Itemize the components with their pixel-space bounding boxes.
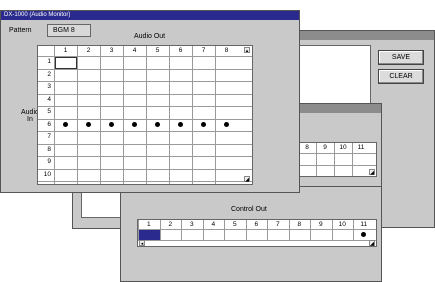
grid-line: [245, 220, 247, 240]
grid-line: [38, 143, 252, 145]
route-dot[interactable]: [109, 122, 114, 128]
selected-cell[interactable]: [55, 57, 77, 69]
grid-line: [123, 46, 124, 184]
grid-line: [316, 143, 317, 176]
control-out-label: Control Out: [231, 206, 267, 213]
audio-in-row-header: 6: [47, 120, 51, 128]
audio-in-row-header: 10: [43, 170, 51, 178]
grid-line: [138, 240, 376, 241]
control-out-column-header: 11: [360, 221, 368, 228]
column-header: 10: [339, 144, 347, 151]
grid-line: [215, 46, 216, 184]
audio-out-column-header: 2: [86, 47, 91, 54]
audio-out-label: Audio Out: [134, 33, 166, 40]
resize-grip[interactable]: ◢: [244, 176, 250, 183]
column-header: 8: [305, 144, 309, 151]
audio-in-row-header: 5: [47, 108, 51, 115]
grid-line: [224, 220, 225, 240]
save-button[interactable]: SAVE: [378, 50, 424, 65]
grid-line: [38, 156, 252, 157]
control-out-column-header: 1: [146, 221, 151, 228]
grid-line: [192, 46, 193, 184]
clear-button[interactable]: CLEAR: [378, 69, 424, 84]
audio-out-column-header: 6: [178, 47, 183, 54]
grid-line: [146, 46, 147, 184]
grid-line: [38, 131, 252, 132]
route-dot[interactable]: [86, 122, 91, 128]
grid-line: [181, 220, 182, 240]
grid-line: [267, 220, 268, 240]
audio-in-row-header: 4: [47, 95, 51, 103]
control-out-column-header: 2: [168, 221, 173, 228]
audio-out-column-header: 7: [201, 47, 206, 54]
control-out-column-header: 7: [275, 221, 280, 228]
grid-line: [100, 46, 101, 184]
audio-routing-grid[interactable]: 1 2 3 4 5 6 7 8 1 2 3 4 5 6 7 8 9 10 ▴ ◢: [37, 45, 253, 185]
audio-out-column-header: 5: [155, 47, 160, 54]
grid-line: [38, 106, 252, 107]
control-out-column-header: 9: [318, 221, 323, 228]
audio-in-row-header: 3: [47, 83, 51, 90]
middle-window-grid[interactable]: 8 9 10 11 ◢: [297, 142, 377, 177]
audio-in-row-header: 8: [47, 145, 51, 153]
grid-line: [38, 168, 252, 170]
grid-line: [353, 220, 354, 240]
grid-line: [169, 46, 170, 184]
control-out-column-header: 8: [297, 221, 302, 228]
control-dot[interactable]: [361, 232, 367, 237]
audio-monitor-window: DX-1000 (Audio Monitor) Pattern BGM 8 Au…: [0, 10, 300, 193]
pattern-field[interactable]: BGM 8: [47, 24, 91, 37]
background-window-panel: [297, 45, 371, 107]
grid-line: [38, 81, 252, 82]
grid-line: [202, 220, 204, 240]
grid-line: [38, 68, 252, 70]
grid-line: [38, 118, 252, 120]
grid-line: [310, 220, 311, 240]
route-dot[interactable]: [178, 122, 183, 128]
resize-grip[interactable]: ◢: [369, 169, 375, 176]
audio-out-column-header: 4: [132, 47, 137, 54]
scroll-left-arrow[interactable]: ◂: [139, 240, 145, 247]
grid-line: [159, 220, 161, 240]
resize-grip[interactable]: ◢: [369, 240, 375, 247]
selected-cell[interactable]: [139, 230, 160, 240]
grid-line: [38, 181, 252, 182]
audio-out-column-header: 1: [63, 47, 68, 54]
grid-line: [352, 143, 353, 176]
column-header: 9: [323, 144, 327, 151]
audio-out-column-header: 8: [224, 47, 229, 54]
grid-line: [77, 46, 78, 184]
grid-line: [288, 220, 290, 240]
grid-line: [138, 229, 376, 230]
pattern-label: Pattern: [9, 27, 32, 34]
scroll-up-arrow[interactable]: ▴: [244, 47, 250, 54]
control-out-column-header: 5: [232, 221, 237, 228]
grid-line: [298, 153, 376, 154]
pattern-value: BGM 8: [53, 27, 75, 34]
grid-line: [298, 165, 376, 166]
route-dot[interactable]: [132, 122, 137, 128]
route-dot[interactable]: [224, 122, 229, 128]
audio-monitor-titlebar: DX-1000 (Audio Monitor): [1, 11, 299, 20]
audio-in-row-header: 2: [47, 70, 51, 78]
column-header: 11: [357, 144, 365, 151]
route-dot[interactable]: [155, 122, 160, 128]
grid-line: [334, 143, 335, 176]
control-out-column-header: 6: [254, 221, 259, 228]
control-out-column-header: 3: [189, 221, 194, 228]
route-dot[interactable]: [63, 122, 68, 128]
control-window: Control Out 1 2 3 4 5 6 7 8 9 10 11 ◂ ◢: [120, 186, 382, 282]
control-out-column-header: 4: [211, 221, 216, 228]
audio-in-row-header: 1: [47, 58, 51, 65]
control-out-column-header: 10: [338, 221, 346, 228]
audio-in-row-header: 7: [47, 133, 51, 140]
audio-in-row-header: 9: [47, 158, 51, 165]
grid-line: [331, 220, 333, 240]
audio-out-column-header: 3: [109, 47, 114, 54]
control-out-grid[interactable]: 1 2 3 4 5 6 7 8 9 10 11 ◂ ◢: [137, 219, 377, 247]
grid-line: [38, 93, 252, 95]
route-dot[interactable]: [201, 122, 206, 128]
